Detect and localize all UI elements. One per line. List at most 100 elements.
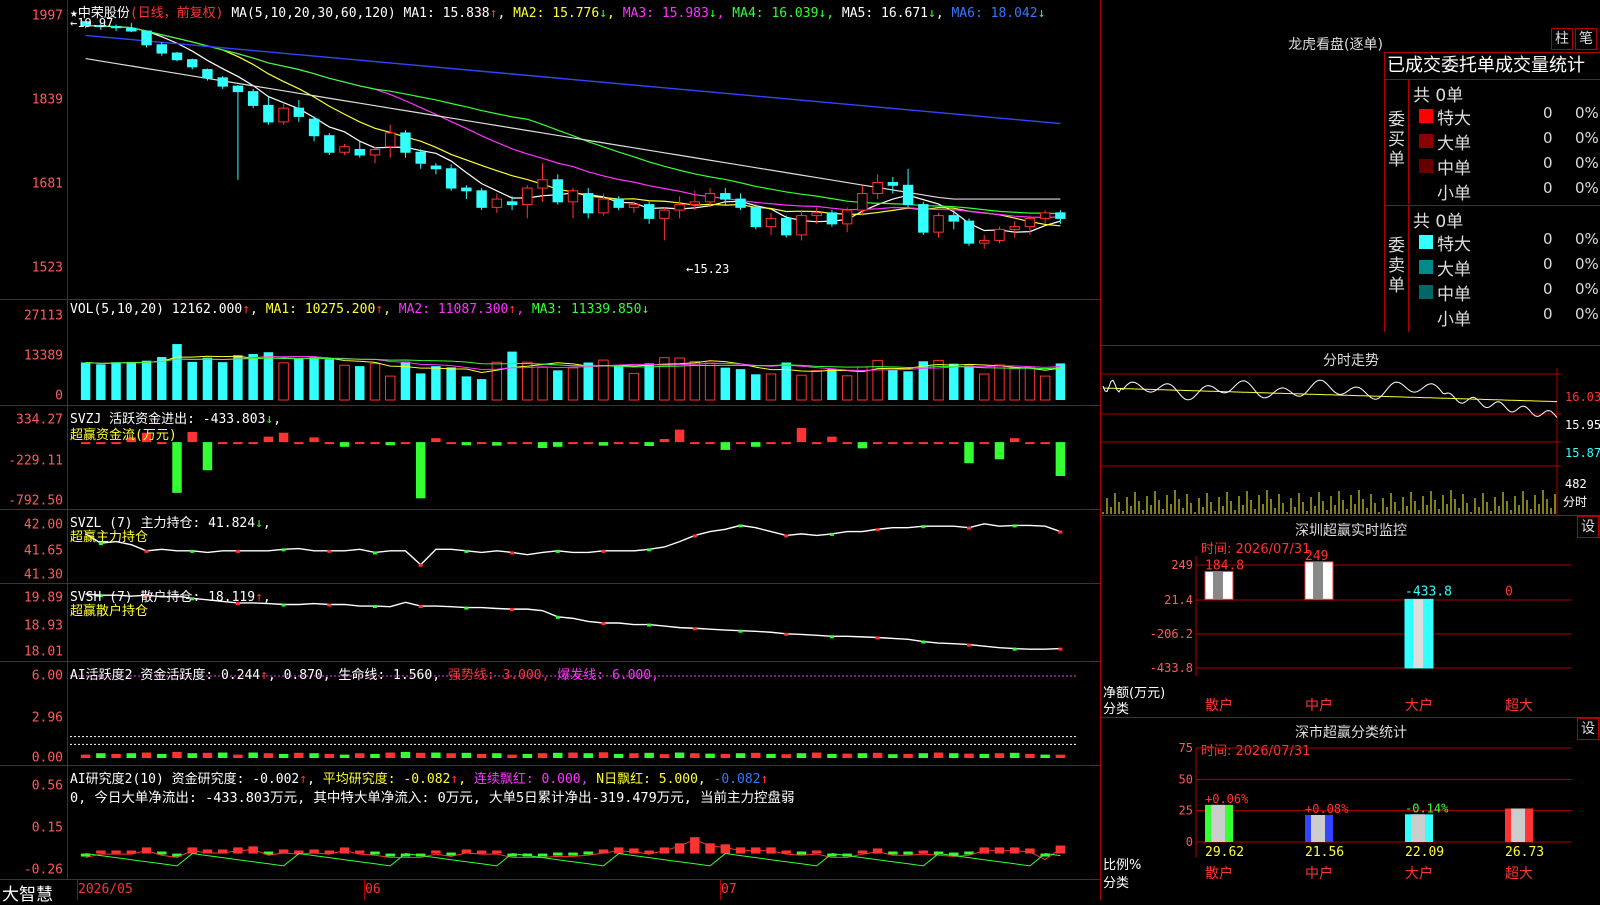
ma3-legend: MA3: 15.983↓,	[622, 6, 725, 21]
sz-ytick: 21.4	[1164, 593, 1193, 607]
research-note: 0, 今日大单净流出: -433.803万元, 其中特大单净流入: 0万元, 大…	[70, 790, 795, 806]
intraday-chart[interactable]	[1101, 346, 1600, 516]
activity-bar	[309, 753, 319, 758]
flow-bar	[613, 442, 624, 445]
candle-body	[841, 209, 853, 225]
research-bar	[903, 851, 913, 855]
research-legend: AI研究度2(10) 资金研究度: -0.002↑, 平均研究度: -0.082…	[70, 768, 768, 787]
activity-bar	[172, 751, 182, 758]
kline-chart-area[interactable]: 1997 1839 1681 1523 ★中荣股份(日线，前复权) MA(5,1…	[0, 0, 1100, 905]
volume-bar	[476, 379, 487, 400]
holding-tick	[601, 549, 606, 553]
activity-bar	[613, 753, 624, 758]
holding-tick	[1012, 524, 1017, 528]
color-swatch	[1419, 159, 1433, 173]
volume-bar	[355, 366, 365, 400]
ma6-line	[85, 34, 1061, 125]
holding-tick	[601, 622, 606, 625]
sz-bar-value: 184.8	[1205, 558, 1244, 573]
order-percent: 0%	[1575, 104, 1599, 122]
flow-bar	[492, 442, 502, 446]
ma-params: MA(5,10,20,30,60,120)	[231, 6, 396, 21]
svzj-pane[interactable]: 334.27 -229.11 -792.50 SVZJ 活跃资金进出: -433…	[0, 406, 1100, 510]
holding-tick	[464, 606, 469, 610]
order-size-label: 大单	[1437, 134, 1471, 154]
flow-bar	[918, 442, 929, 445]
market-bar-chart[interactable]: 75 50 25 0 +0.06% 29.62 散户 +0.08% 21.56 中户 -0.14% 2…	[1101, 718, 1600, 900]
flow-bar	[735, 442, 746, 445]
market-stats-panel[interactable]: 深市超赢分类统计 设 时间: 2026/07/31 75 50 25 0 +0.06% 2…	[1100, 718, 1600, 900]
activity-bar	[507, 754, 517, 758]
mk-category: 中户	[1305, 865, 1333, 882]
activity-bar	[766, 753, 776, 758]
holding-tick	[235, 549, 240, 553]
volume-bar	[644, 363, 654, 400]
intraday-panel[interactable]: 分时走势 16.03 15.95 15.87 482 分时	[1100, 346, 1600, 516]
dzh-logo: 大智慧	[2, 885, 53, 905]
volume-bar	[827, 369, 837, 400]
price-pane[interactable]: 1997 1839 1681 1523 ★中荣股份(日线，前复权) MA(5,1…	[0, 0, 1100, 300]
intraday-price-line	[1102, 379, 1558, 418]
holding-tick	[510, 608, 515, 612]
activity-bar	[888, 754, 898, 758]
shenzhen-monitor-panel[interactable]: 深圳超赢实时监控 设 时间: 2026/07/31 249 21.4 -206.2-…	[1100, 516, 1600, 718]
ma4-legend: MA4: 16.039↓,	[732, 6, 835, 21]
period-mode[interactable]: (日线，前复权)	[130, 6, 224, 21]
svzl-pane[interactable]: 42.00 41.65 41.30 SVZL (7) 主力持仓: 41.824↓…	[0, 510, 1100, 584]
ai-research-pane[interactable]: 0.56 0.15 -0.26 AI研究度2(10) 资金研究度: -0.002…	[0, 766, 1100, 880]
high-price-marker: ←19.97	[70, 16, 114, 30]
candle-body	[400, 132, 411, 153]
activity-bar	[1040, 754, 1050, 758]
holding-tick	[647, 623, 652, 627]
bar-mode-button[interactable]: 柱	[1551, 28, 1573, 50]
candle-body	[1009, 226, 1020, 230]
color-swatch	[1419, 310, 1433, 324]
flow-bar	[507, 442, 517, 445]
buy-block: 委买单 共 0单 特大 0 0% 大单 0 0% 中单 0 0% 小单 0 0%	[1384, 80, 1600, 206]
ai-title: AI活跃度2	[70, 668, 133, 683]
holding-tick	[555, 615, 560, 619]
holding-tick	[647, 548, 652, 552]
candle-body	[1039, 212, 1051, 219]
sz-category: 中户	[1305, 697, 1333, 714]
candle-body	[628, 204, 640, 208]
candle-body	[994, 228, 1005, 241]
candle-body	[385, 132, 396, 148]
volume-bar	[567, 367, 579, 401]
activity-bar	[187, 753, 197, 758]
ai-activity-pane[interactable]: 6.00 2.96 0.00 AI活跃度2 资金活跃度: 0.244↑, 0.8…	[0, 662, 1100, 766]
vol-ma3: MA3: 11339.850↓	[531, 302, 650, 317]
holding-tick	[373, 551, 377, 555]
svsh-subtitle: 超赢散户持仓	[70, 604, 149, 619]
candle-body	[537, 179, 548, 189]
price-legend: ★中荣股份(日线，前复权) MA(5,10,20,30,60,120) MA1:…	[70, 2, 1045, 21]
order-volume: 0	[1543, 179, 1553, 197]
volume-bar	[96, 364, 106, 400]
intraday-vol-unit: 分时	[1563, 495, 1588, 509]
candle-body	[217, 77, 228, 87]
candlestick-chart[interactable]	[0, 0, 1100, 300]
candle-body	[187, 59, 198, 68]
activity-bar	[933, 752, 944, 758]
date-label: 2026/05	[78, 882, 133, 897]
flow-bar	[355, 442, 365, 445]
flow-bar	[248, 442, 258, 445]
candle-body	[247, 91, 259, 106]
research-bar	[568, 852, 578, 856]
activity-bar	[278, 753, 289, 758]
candle-body	[156, 44, 167, 54]
order-percent: 0%	[1575, 179, 1599, 197]
holding-tick	[875, 636, 880, 640]
sz-ytick: -433.8	[1150, 661, 1193, 675]
activity-bar	[903, 753, 913, 758]
pen-mode-button[interactable]: 笔	[1575, 28, 1597, 50]
activity-bar	[796, 753, 807, 758]
mk-category: 大户	[1405, 865, 1433, 882]
activity-bar	[233, 754, 243, 758]
svsh-pane[interactable]: 19.89 18.93 18.01 SVSH (7) 散户持仓: 18.119↑…	[0, 584, 1100, 662]
candle-body	[598, 198, 609, 214]
shenzhen-bar-chart[interactable]: 249 21.4 -206.2 -433.8 184.8 散户 249 中户 -433.8 大户 0…	[1101, 516, 1600, 718]
volume-pane[interactable]: 27113 13389 0 VOL(5,10,20) 12162.000↑, M…	[0, 300, 1100, 406]
market-xlabel: 分类	[1103, 876, 1130, 891]
longhu-title: 龙虎看盘(逐单)	[1288, 37, 1383, 53]
